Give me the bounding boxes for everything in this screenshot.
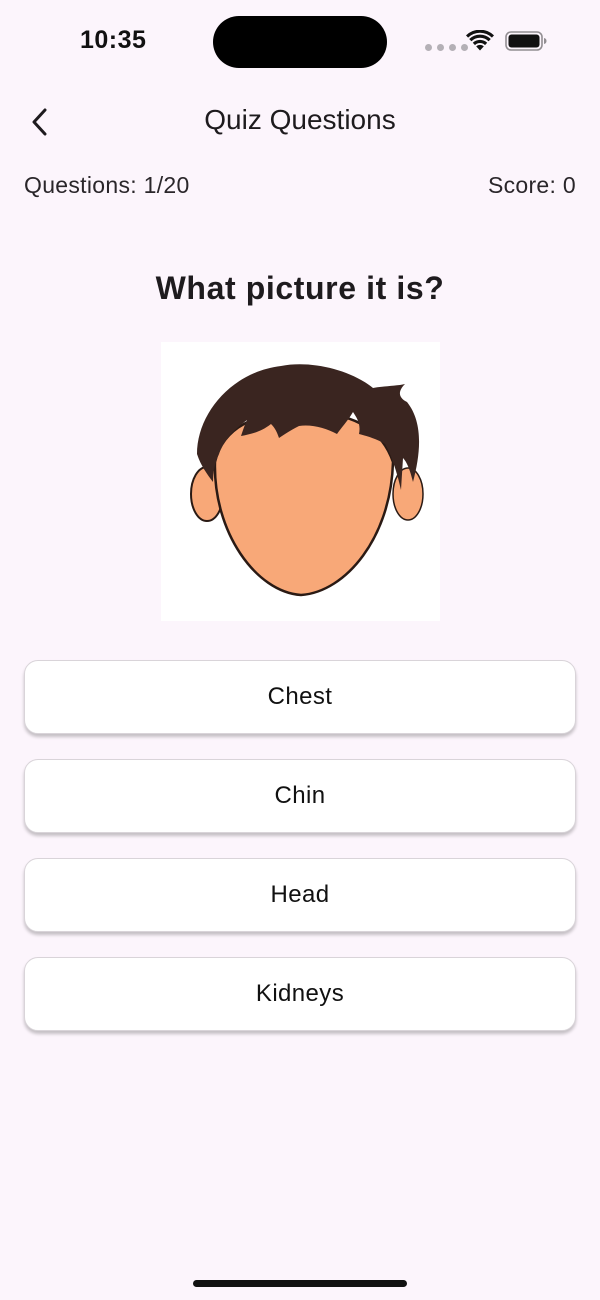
answer-list: Chest Chin Head Kidneys <box>24 660 576 1056</box>
page-title: Quiz Questions <box>204 104 396 135</box>
battery-icon <box>505 31 547 51</box>
dynamic-island <box>213 16 387 68</box>
score-label: Score: 0 <box>487 172 576 198</box>
answer-button-kidneys[interactable]: Kidneys <box>24 957 576 1031</box>
answer-button-chin[interactable]: Chin <box>24 759 576 833</box>
answer-button-head[interactable]: Head <box>24 858 576 932</box>
wifi-icon <box>466 30 494 51</box>
question-text: What picture it is? <box>155 270 445 306</box>
face-illustration <box>190 364 424 597</box>
app-bar: Quiz Questions <box>0 90 600 154</box>
status-bar: 10:35 <box>0 0 600 84</box>
question-counter: Questions: 1/20 <box>24 172 190 198</box>
home-indicator[interactable] <box>193 1280 407 1287</box>
answer-button-chest[interactable]: Chest <box>24 660 576 734</box>
quiz-info-row: Questions: 1/20 Score: 0 <box>24 172 576 199</box>
question-image <box>161 342 440 621</box>
cellular-signal-icon <box>425 44 468 51</box>
status-time: 10:35 <box>80 26 147 54</box>
